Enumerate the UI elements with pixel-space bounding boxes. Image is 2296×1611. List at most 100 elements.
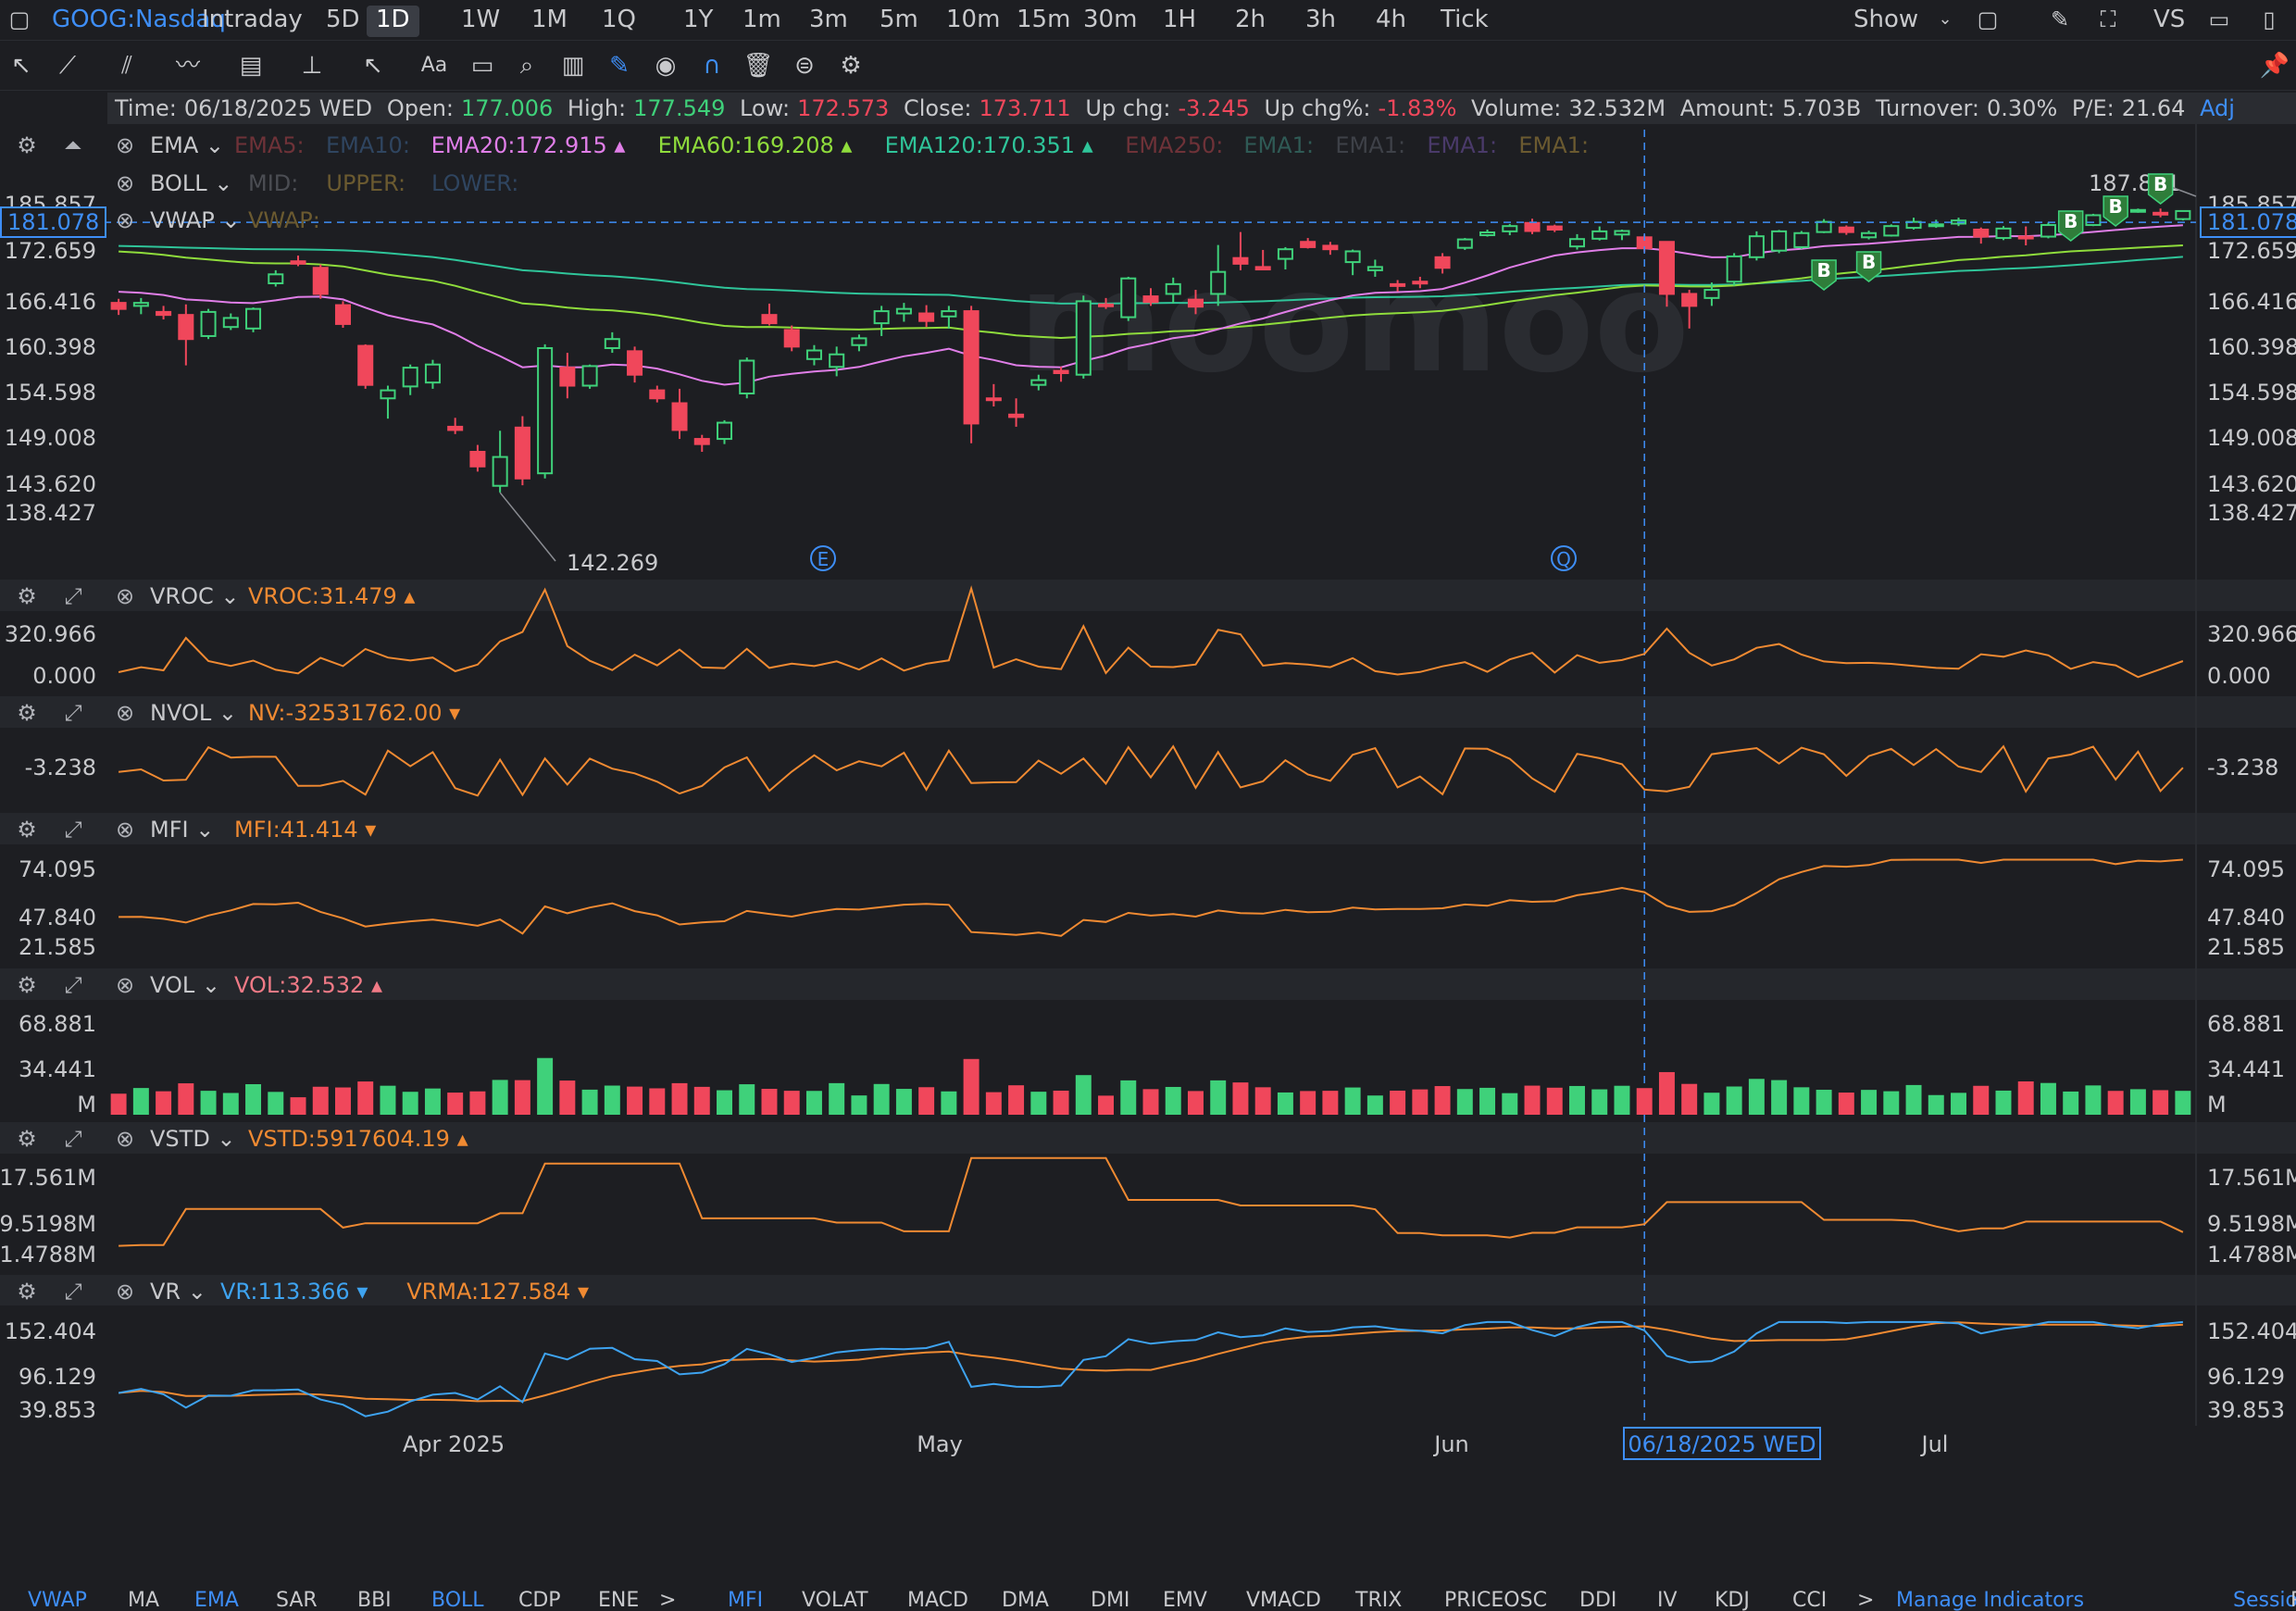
tab-1m[interactable]: 1M (522, 6, 577, 37)
indicator-tab-vwap[interactable]: VWAP (28, 1589, 87, 1611)
nvol-dropdown[interactable]: NVOL ⌄ (150, 697, 237, 729)
indicator-tab-macd[interactable]: MACD (907, 1589, 968, 1611)
measure-tool-icon[interactable]: ⊥ (296, 50, 328, 81)
expand-icon[interactable]: ⤢ (59, 1276, 87, 1307)
tab-30m[interactable]: 30m (1074, 6, 1146, 37)
compare-button[interactable]: VS (2153, 6, 2185, 33)
tab-3m[interactable]: 3m (800, 6, 857, 37)
layout-icon[interactable]: ▢ (1974, 6, 2002, 33)
indicator-tab-bbi[interactable]: BBI (357, 1589, 392, 1611)
tab-15m[interactable]: 15m (1007, 6, 1079, 37)
arrow-tool-icon[interactable]: ↖ (357, 50, 389, 81)
tab-1y[interactable]: 1Y (674, 6, 722, 37)
expand-icon[interactable]: ⤢ (59, 814, 87, 845)
indicator-tab-emv[interactable]: EMV (1163, 1589, 1207, 1611)
wave-tool-icon[interactable]: 〰 (172, 50, 204, 81)
vwap-dropdown[interactable]: VWAP ⌄ (150, 205, 240, 236)
settings-icon[interactable]: ⚙ (13, 697, 41, 729)
settings-icon[interactable]: ⚙ (835, 50, 867, 81)
expand-icon[interactable]: ⤢ (59, 581, 87, 612)
indicator-tab-dma[interactable]: DMA (1002, 1589, 1049, 1611)
indicator-tab-trix[interactable]: TRIX (1355, 1589, 1402, 1611)
vol-dropdown[interactable]: VOL ⌄ (150, 969, 220, 1001)
expand-icon[interactable]: ⤢ (59, 697, 87, 729)
indicator-tab-more[interactable]: > (1857, 1589, 1874, 1611)
show-dropdown[interactable]: Show (1853, 6, 1918, 33)
tab-3h[interactable]: 3h (1296, 6, 1345, 37)
indicator-tab-sar[interactable]: SAR (276, 1589, 318, 1611)
tab-10m[interactable]: 10m (937, 6, 1009, 37)
close-icon[interactable]: ⊗ (111, 168, 139, 199)
text-tool-icon[interactable]: Aa (418, 50, 450, 81)
magnet-icon[interactable]: ∩ (696, 50, 728, 81)
tab-1q[interactable]: 1Q (593, 6, 645, 37)
ema-dropdown[interactable]: EMA ⌄ (150, 130, 224, 161)
panel-icon[interactable]: ▯ (2255, 6, 2283, 33)
indicator-tab-cci[interactable]: CCI (1792, 1589, 1827, 1611)
adj-dropdown[interactable]: Adj (2200, 95, 2235, 121)
indicator-tab-ema[interactable]: EMA (194, 1589, 239, 1611)
sync-icon[interactable]: ⊜ (789, 50, 820, 81)
chart-type-icon[interactable]: ▥ (557, 50, 589, 81)
close-icon[interactable]: ⊗ (111, 1123, 139, 1155)
close-icon[interactable]: ⊗ (111, 581, 139, 612)
indicator-tab-mfi[interactable]: MFI (728, 1589, 763, 1611)
chevron-down-icon[interactable]: ⌄ (1931, 6, 1959, 33)
settings-icon[interactable]: ⚙ (13, 581, 41, 612)
indicator-tab-volat[interactable]: VOLAT (802, 1589, 868, 1611)
indicator-tab-manage-indicators[interactable]: Manage Indicators (1896, 1589, 2084, 1611)
settings-icon[interactable]: ⚙ (13, 1276, 41, 1307)
brush-icon[interactable]: ✎ (604, 50, 635, 81)
settings-icon[interactable]: ⚙ (13, 1123, 41, 1155)
tab-4h[interactable]: 4h (1366, 6, 1416, 37)
fullscreen-icon[interactable]: ⛶ (2094, 6, 2122, 33)
comment-icon[interactable]: ▭ (467, 50, 498, 81)
chart-area[interactable]: moomoo142.269187.871E QB BBBBApr 2025 May Ju… (0, 124, 2296, 1463)
close-icon[interactable]: ⊗ (111, 1276, 139, 1307)
tab-1w[interactable]: 1W (452, 6, 509, 37)
tab-1m[interactable]: 1m (733, 6, 791, 37)
zoom-icon[interactable]: ⌕ (511, 50, 543, 81)
tab-5d[interactable]: 5D (317, 6, 369, 37)
tab-2h[interactable]: 2h (1226, 6, 1275, 37)
indicator-tab-session[interactable]: Session (2233, 1589, 2296, 1611)
indicator-tab-more[interactable]: > (659, 1589, 676, 1611)
close-icon[interactable]: ⊗ (111, 814, 139, 845)
line-tool-icon[interactable]: ⟋ (52, 50, 83, 81)
pen-icon[interactable]: ✎ (2046, 6, 2074, 33)
tab-intraday[interactable]: Intraday (193, 6, 312, 37)
close-icon[interactable]: ⊗ (111, 969, 139, 1001)
pin-icon[interactable]: 📌 (2259, 50, 2290, 81)
tab-1d[interactable]: 1D (367, 6, 419, 37)
hide-drawings-icon[interactable]: ◉ (650, 50, 681, 81)
close-icon[interactable]: ⊗ (111, 697, 139, 729)
indicator-tab-cdp[interactable]: CDP (518, 1589, 561, 1611)
expand-icon[interactable]: ⤢ (59, 1123, 87, 1155)
indicator-tab-boll[interactable]: BOLL (431, 1589, 484, 1611)
close-icon[interactable]: ⊗ (111, 205, 139, 236)
boll-dropdown[interactable]: BOLL ⌄ (150, 168, 232, 199)
vr-dropdown[interactable]: VR ⌄ (150, 1276, 206, 1307)
channel-tool-icon[interactable]: ⫽ (111, 50, 143, 81)
fib-tool-icon[interactable]: ▤ (235, 50, 267, 81)
book-icon[interactable]: ▭ (2205, 6, 2233, 33)
indicator-tab-dmi[interactable]: DMI (1091, 1589, 1129, 1611)
vstd-dropdown[interactable]: VSTD ⌄ (150, 1123, 236, 1155)
indicator-tab-iv[interactable]: IV (1657, 1589, 1678, 1611)
tab-tick[interactable]: Tick (1431, 6, 1498, 37)
indicator-tab-kdj[interactable]: KDJ (1715, 1589, 1750, 1611)
vroc-dropdown[interactable]: VROC ⌄ (150, 581, 239, 612)
indicator-tab-ma[interactable]: MA (128, 1589, 159, 1611)
indicator-tab-pcr[interactable]: PCR (2290, 1589, 2296, 1611)
indicator-tab-ddi[interactable]: DDI (1579, 1589, 1616, 1611)
tab-1h[interactable]: 1H (1154, 6, 1205, 37)
indicator-tab-ene[interactable]: ENE (598, 1589, 639, 1611)
tab-5m[interactable]: 5m (870, 6, 928, 37)
expand-icon[interactable]: ⤢ (59, 969, 87, 1001)
sidebar-toggle-icon[interactable]: ▢ (6, 6, 33, 33)
collapse-icon[interactable]: ⏶ (59, 130, 87, 161)
settings-icon[interactable]: ⚙ (13, 814, 41, 845)
cursor-icon[interactable]: ↖ (6, 50, 37, 81)
settings-icon[interactable]: ⚙ (13, 130, 41, 161)
indicator-tab-vmacd[interactable]: VMACD (1246, 1589, 1321, 1611)
